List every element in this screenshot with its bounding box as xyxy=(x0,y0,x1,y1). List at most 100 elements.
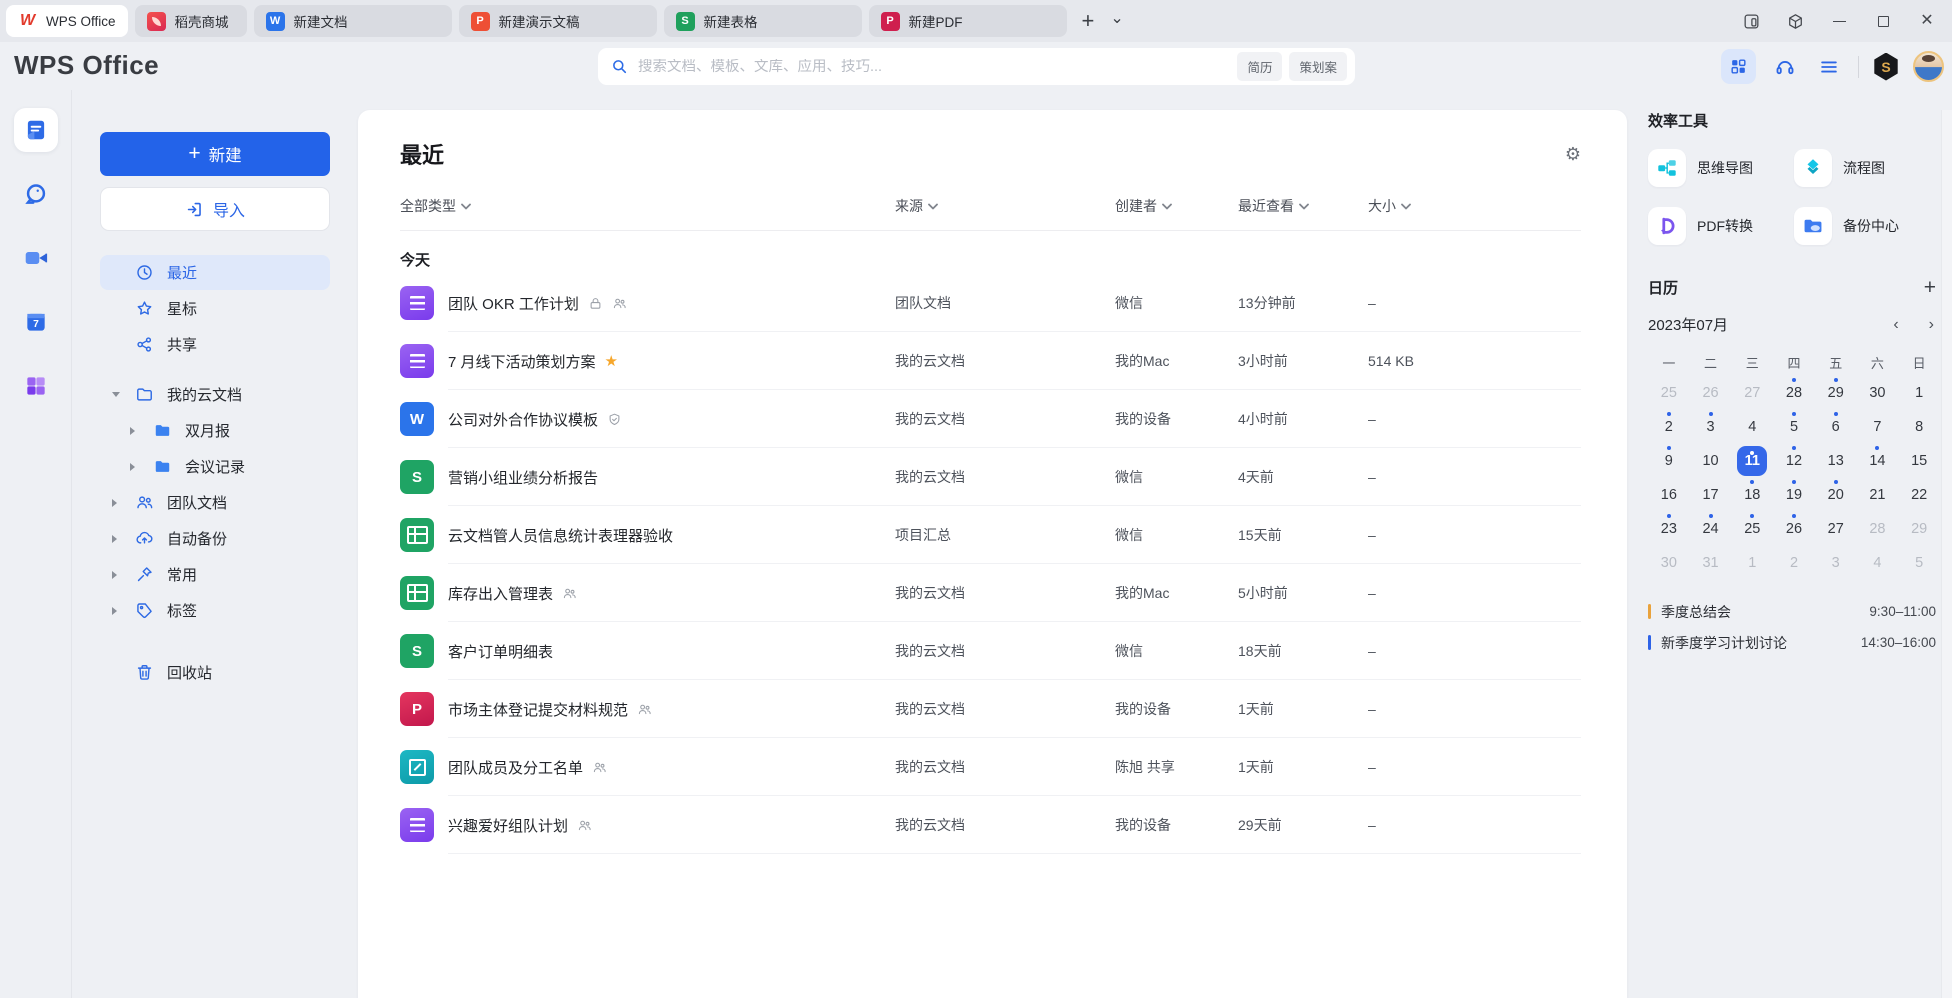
new-document-button[interactable]: 新建 xyxy=(100,132,330,176)
file-row[interactable]: 云文档管人员信息统计表理器验收 项目汇总 微信 15天前 – xyxy=(400,506,1581,564)
sidebar-item-team-docs[interactable]: 团队文档 xyxy=(100,485,330,520)
calendar-day[interactable]: 4 xyxy=(1857,546,1899,580)
sidebar-item-shared[interactable]: 共享 xyxy=(100,327,330,362)
caret-right-icon[interactable] xyxy=(130,427,152,435)
app-tab[interactable]: 新建表格 xyxy=(664,5,862,37)
filter-source[interactable]: 来源 xyxy=(895,196,1115,216)
calendar-day[interactable]: 27 xyxy=(1731,376,1773,410)
rail-calendar-icon[interactable]: 7 xyxy=(14,300,58,344)
calendar-day[interactable]: 9 xyxy=(1648,444,1690,478)
filter-last-viewed[interactable]: 最近查看 xyxy=(1238,196,1368,216)
close-button[interactable]: ✕ xyxy=(1912,6,1942,36)
filter-type[interactable]: 全部类型 xyxy=(400,196,895,216)
rail-docs-icon[interactable] xyxy=(14,108,58,152)
calendar-day[interactable]: 22 xyxy=(1898,478,1940,512)
support-headset-icon[interactable] xyxy=(1770,52,1800,82)
app-tab[interactable]: 稻壳商城 xyxy=(135,5,247,37)
file-row[interactable]: 兴趣爱好组队计划 我的云文档 我的设备 29天前 – xyxy=(400,796,1581,854)
sidebar-item-recent[interactable]: 最近 xyxy=(100,255,330,290)
file-row[interactable]: 营销小组业绩分析报告 我的云文档 微信 4天前 – xyxy=(400,448,1581,506)
sidebar-item-tags[interactable]: 标签 xyxy=(100,593,330,628)
apps-grid-icon[interactable] xyxy=(1721,49,1756,84)
app-tab[interactable]: 新建演示文稿 xyxy=(459,5,657,37)
calendar-day[interactable]: 23 xyxy=(1648,512,1690,546)
calendar-day[interactable]: 24 xyxy=(1690,512,1732,546)
calendar-day[interactable]: 12 xyxy=(1773,444,1815,478)
tab-list-dropdown[interactable] xyxy=(1102,14,1131,28)
add-event-icon[interactable] xyxy=(1924,277,1936,298)
calendar-day[interactable]: 30 xyxy=(1857,376,1899,410)
calendar-day[interactable]: 28 xyxy=(1857,512,1899,546)
calendar-day[interactable]: 2 xyxy=(1773,546,1815,580)
event-row[interactable]: 季度总结会 9:30–11:00 xyxy=(1648,596,1940,627)
calendar-day[interactable]: 6 xyxy=(1815,410,1857,444)
search-tag-plan[interactable]: 策划案 xyxy=(1289,52,1347,81)
calendar-day[interactable]: 30 xyxy=(1648,546,1690,580)
search-tag-resume[interactable]: 简历 xyxy=(1237,52,1282,81)
calendar-day[interactable]: 20 xyxy=(1815,478,1857,512)
avatar[interactable] xyxy=(1913,51,1944,82)
membership-badge-icon[interactable]: S xyxy=(1873,53,1899,81)
tool-item[interactable]: 流程图 xyxy=(1794,149,1940,187)
app-tab[interactable]: WPS Office xyxy=(6,5,128,37)
minimize-button[interactable] xyxy=(1824,6,1854,36)
tool-item[interactable]: 备份中心 xyxy=(1794,207,1940,245)
sidebar-item-starred[interactable]: 星标 xyxy=(100,291,330,326)
new-tab-button[interactable] xyxy=(1074,8,1103,34)
search-input[interactable] xyxy=(638,59,1230,75)
app-tab[interactable]: 新建文档 xyxy=(254,5,452,37)
caret-right-icon[interactable] xyxy=(112,535,134,543)
rail-meeting-icon[interactable] xyxy=(14,236,58,280)
calendar-day[interactable]: 25 xyxy=(1648,376,1690,410)
sidebar-item-auto-backup[interactable]: 自动备份 xyxy=(100,521,330,556)
calendar-day[interactable]: 8 xyxy=(1898,410,1940,444)
calendar-day[interactable]: 17 xyxy=(1690,478,1732,512)
calendar-day[interactable]: 15 xyxy=(1898,444,1940,478)
mobile-link-icon[interactable] xyxy=(1736,6,1766,36)
calendar-day[interactable]: 25 xyxy=(1731,512,1773,546)
sidebar-item-meeting-notes[interactable]: 会议记录 xyxy=(100,449,330,484)
calendar-day[interactable]: 1 xyxy=(1731,546,1773,580)
sidebar-item-frequent[interactable]: 常用 xyxy=(100,557,330,592)
calendar-day[interactable]: 27 xyxy=(1815,512,1857,546)
file-row[interactable]: 公司对外合作协议模板 我的云文档 我的设备 4小时前 – xyxy=(400,390,1581,448)
calendar-day[interactable]: 29 xyxy=(1898,512,1940,546)
caret-down-icon[interactable] xyxy=(112,392,134,397)
calendar-day[interactable]: 13 xyxy=(1815,444,1857,478)
next-month-icon[interactable] xyxy=(1929,317,1934,333)
calendar-day[interactable]: 10 xyxy=(1690,444,1732,478)
calendar-day[interactable]: 18 xyxy=(1731,478,1773,512)
calendar-day[interactable]: 1 xyxy=(1898,376,1940,410)
calendar-day[interactable]: 5 xyxy=(1773,410,1815,444)
sidebar-item-bimonthly[interactable]: 双月报 xyxy=(100,413,330,448)
caret-right-icon[interactable] xyxy=(112,607,134,615)
calendar-day[interactable]: 28 xyxy=(1773,376,1815,410)
calendar-day[interactable]: 26 xyxy=(1690,376,1732,410)
calendar-day[interactable]: 3 xyxy=(1690,410,1732,444)
file-row[interactable]: 客户订单明细表 我的云文档 微信 18天前 – xyxy=(400,622,1581,680)
sidebar-item-my-cloud-docs[interactable]: 我的云文档 xyxy=(100,377,330,412)
calendar-day[interactable]: 21 xyxy=(1857,478,1899,512)
caret-right-icon[interactable] xyxy=(130,463,152,471)
tool-item[interactable]: PDF转换 xyxy=(1648,207,1794,245)
gear-icon[interactable] xyxy=(1565,145,1581,163)
workspace-cube-icon[interactable] xyxy=(1780,6,1810,36)
calendar-day[interactable]: 5 xyxy=(1898,546,1940,580)
scrollbar-track[interactable] xyxy=(1941,110,1952,998)
caret-right-icon[interactable] xyxy=(112,571,134,579)
file-row[interactable]: 7 月线下活动策划方案 我的云文档 我的Mac 3小时前 514 KB xyxy=(400,332,1581,390)
calendar-day[interactable]: 29 xyxy=(1815,376,1857,410)
tool-item[interactable]: 思维导图 xyxy=(1648,149,1794,187)
file-row[interactable]: 市场主体登记提交材料规范 我的云文档 我的设备 1天前 – xyxy=(400,680,1581,738)
rail-chat-icon[interactable] xyxy=(14,172,58,216)
calendar-day[interactable]: 19 xyxy=(1773,478,1815,512)
menu-icon[interactable] xyxy=(1814,52,1844,82)
search-bar[interactable]: 简历 策划案 xyxy=(598,48,1355,85)
file-row[interactable]: 团队 OKR 工作计划 团队文档 微信 13分钟前 – xyxy=(400,274,1581,332)
calendar-day[interactable]: 4 xyxy=(1731,410,1773,444)
filter-creator[interactable]: 创建者 xyxy=(1115,196,1238,216)
calendar-day[interactable]: 26 xyxy=(1773,512,1815,546)
maximize-button[interactable] xyxy=(1868,6,1898,36)
prev-month-icon[interactable] xyxy=(1893,317,1898,333)
file-row[interactable]: 库存出入管理表 我的云文档 我的Mac 5小时前 – xyxy=(400,564,1581,622)
